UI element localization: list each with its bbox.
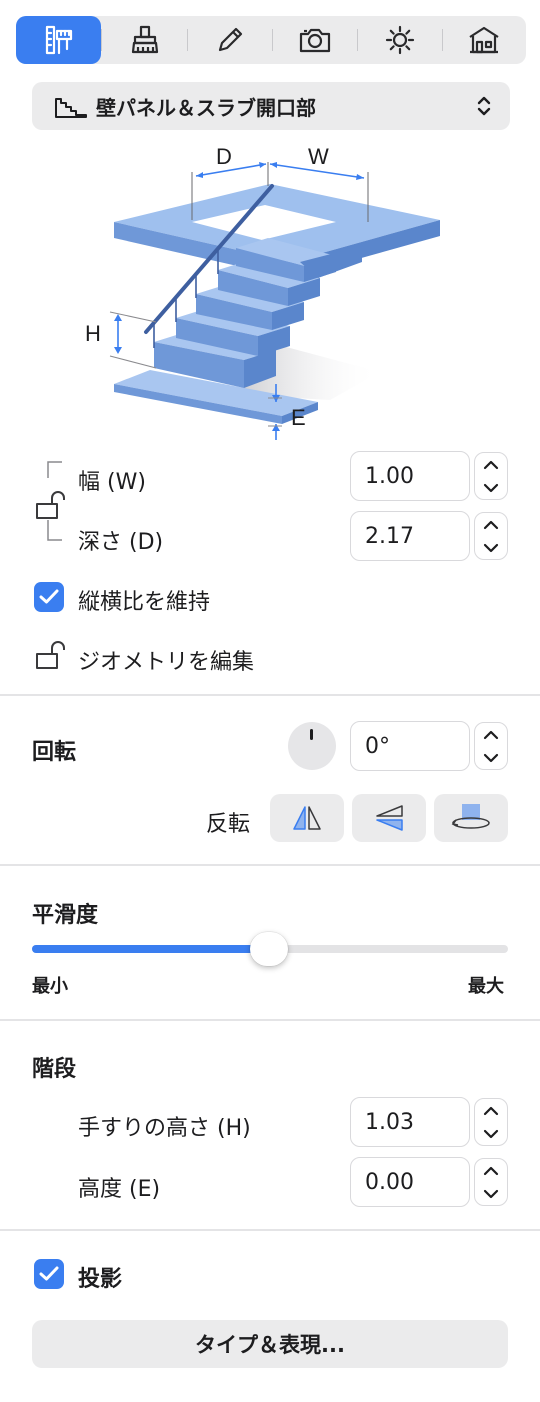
label-w: W <box>308 144 329 169</box>
house-icon <box>468 26 499 54</box>
slider-min-label: 最小 <box>32 976 68 997</box>
chevron-down-icon <box>483 1129 499 1138</box>
elevation-stepper[interactable] <box>474 1158 508 1206</box>
rotate-object-button[interactable] <box>434 794 508 842</box>
handrail-height-label: 手すりの高さ (H) <box>78 1116 251 1141</box>
ruler-pencil-icon <box>45 25 72 55</box>
label-h: H <box>85 321 101 346</box>
slider-thumb[interactable] <box>250 932 288 966</box>
flip-vertical-icon <box>376 805 403 831</box>
chevron-up-icon <box>483 730 499 739</box>
rotation-input[interactable]: 0° <box>350 721 470 771</box>
type-and-representation-button[interactable]: タイプ＆表現... <box>32 1320 508 1368</box>
tab-edit[interactable] <box>187 16 272 64</box>
object-type-label: 壁パネル＆スラブ開口部 <box>96 95 316 120</box>
chevron-down-icon <box>483 753 499 762</box>
checkmark-icon <box>39 1266 59 1281</box>
decrement-button[interactable] <box>475 746 507 769</box>
tab-light[interactable] <box>357 16 442 64</box>
edit-geometry-label[interactable]: ジオメトリを編集 <box>78 644 254 676</box>
tool-tabs <box>16 16 526 64</box>
tab-style[interactable] <box>102 16 187 64</box>
slider-fill <box>32 945 270 953</box>
chevron-down-icon <box>483 1189 499 1198</box>
unlock-icon[interactable] <box>34 640 70 672</box>
sun-icon <box>385 25 414 55</box>
flip-label: 反転 <box>206 812 251 837</box>
increment-button[interactable] <box>475 453 507 476</box>
elevation-input[interactable]: 0.00 <box>350 1157 470 1207</box>
chevron-up-icon <box>483 1166 499 1175</box>
tab-measure[interactable] <box>16 16 101 64</box>
keep-ratio-checkbox[interactable] <box>34 582 64 612</box>
label-e: E <box>291 405 306 430</box>
camera-icon <box>299 28 330 53</box>
decrement-button[interactable] <box>475 476 507 499</box>
chevron-up-icon <box>483 1106 499 1115</box>
tab-camera[interactable] <box>272 16 357 64</box>
handrail-height-stepper[interactable] <box>474 1098 508 1146</box>
decrement-button[interactable] <box>475 536 507 559</box>
depth-label: 深さ (D) <box>78 530 164 555</box>
depth-stepper[interactable] <box>474 512 508 560</box>
rotation-heading: 回転 <box>32 740 77 765</box>
chevron-up-icon <box>483 460 499 469</box>
increment-button[interactable] <box>475 723 507 746</box>
width-label: 幅 (W) <box>78 470 146 495</box>
object-type-select[interactable]: 壁パネル＆スラブ開口部 <box>32 82 510 130</box>
flip-vertical-button[interactable] <box>352 794 426 842</box>
increment-button[interactable] <box>475 1099 507 1122</box>
stair-opening-diagram: D W H E <box>85 144 440 440</box>
stamp-icon <box>131 25 158 54</box>
width-input[interactable]: 1.00 <box>350 451 470 501</box>
depth-input[interactable]: 2.17 <box>350 511 470 561</box>
checkmark-icon <box>39 589 59 604</box>
chevron-down-icon <box>483 483 499 492</box>
divider <box>0 1019 540 1021</box>
flip-horizontal-icon <box>293 806 321 830</box>
increment-button[interactable] <box>475 1159 507 1182</box>
shadow-checkbox[interactable] <box>34 1259 64 1289</box>
pencil-icon <box>218 27 242 52</box>
stairs-heading: 階段 <box>32 1057 77 1082</box>
stairs-icon <box>55 98 87 118</box>
slider-max-label: 最大 <box>468 976 504 997</box>
shadow-label: 投影 <box>78 1267 123 1292</box>
divider <box>0 1229 540 1231</box>
tab-building[interactable] <box>441 16 526 64</box>
unlock-icon[interactable] <box>34 490 70 522</box>
decrement-button[interactable] <box>475 1182 507 1205</box>
rotate-3d-icon <box>451 804 490 829</box>
label-d: D <box>216 144 232 169</box>
chevron-up-icon <box>483 520 499 529</box>
keep-ratio-label: 縦横比を維持 <box>78 590 211 615</box>
chevron-down-icon <box>483 543 499 552</box>
divider <box>0 864 540 866</box>
decrement-button[interactable] <box>475 1122 507 1145</box>
increment-button[interactable] <box>475 513 507 536</box>
elevation-label: 高度 (E) <box>78 1177 161 1202</box>
rotation-stepper[interactable] <box>474 722 508 770</box>
flip-horizontal-button[interactable] <box>270 794 344 842</box>
width-stepper[interactable] <box>474 452 508 500</box>
divider <box>0 694 540 696</box>
chevron-up-down-icon <box>477 96 491 116</box>
smoothness-heading: 平滑度 <box>32 903 99 928</box>
handrail-height-input[interactable]: 1.03 <box>350 1097 470 1147</box>
rotation-dial[interactable] <box>288 722 336 770</box>
